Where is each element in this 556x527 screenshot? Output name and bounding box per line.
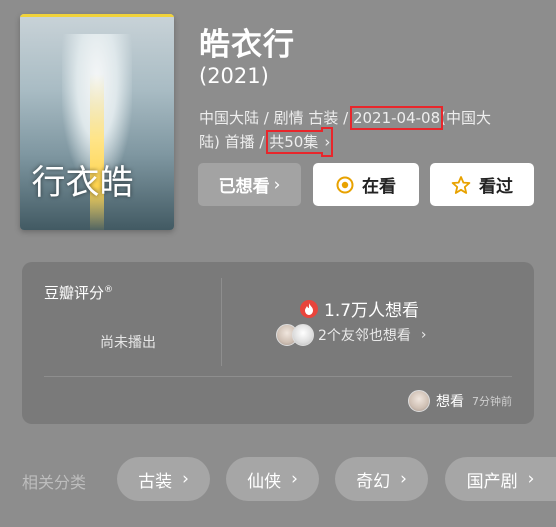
chip-label: 古装 [138,471,173,492]
want-count: 1.7万人想看 [300,296,419,321]
chevron-right-icon: › [291,469,298,489]
watching-button[interactable]: 在看 [313,163,419,206]
chip-label: 奇幻 [356,471,391,492]
star-icon [451,175,471,195]
watching-label: 在看 [362,177,396,197]
friends-want-link[interactable]: 2个友邻也想看 › [276,324,427,346]
watched-label: 看过 [479,177,513,197]
meta-premiere: 陆) 首播 / [199,133,270,151]
recent-activity[interactable]: 想看 7分钟前 [408,390,512,412]
chevron-right-icon: › [527,469,535,489]
no-rating-text: 尚未播出 [100,335,156,351]
activity-time: 7分钟前 [472,395,512,408]
vertical-divider [221,278,222,366]
avatar [292,324,314,346]
movie-title: 皓衣行 [199,27,295,63]
friends-text: 2个友邻也想看 [318,328,411,344]
rating-card: 豆瓣评分® 尚未播出 1.7万人想看 2个友邻也想看 › 想看 7分钟前 [22,262,534,424]
friend-avatars [276,324,314,346]
movie-year: (2021) [199,64,269,88]
release-date: 2021-04-08 [349,106,444,130]
circle-dot-icon [336,176,354,194]
chip-label: 仙侠 [247,471,282,492]
chevron-right-icon: › [324,133,331,151]
wanted-button[interactable]: 已想看 › [198,163,301,206]
chevron-right-icon: › [273,174,281,195]
meta-region: (中国大 [440,109,491,127]
watched-button[interactable]: 看过 [430,163,534,206]
movie-meta: 中国大陆 / 剧情 古装 / 2021-04-08(中国大 陆) 首播 / 共5… [199,106,529,154]
episodes-count: 共50集 [269,133,319,151]
chip-label: 国产剧 [466,471,518,492]
poster-calligraphy: 皓衣行 [25,164,133,198]
wanted-label: 已想看 [218,177,270,197]
avatar [408,390,430,412]
chip-domestic-drama[interactable]: 国产剧 › [445,457,556,501]
episodes-link[interactable]: 共50集 › [266,130,334,154]
activity-action: 想看 [436,394,464,410]
rating-label: 豆瓣评分® [44,284,114,302]
poster-image[interactable]: 皓衣行 [20,14,174,230]
chevron-right-icon: › [420,327,427,343]
horizontal-divider [44,376,512,377]
chevron-right-icon: › [400,469,407,489]
flame-icon [300,299,318,318]
chip-costume[interactable]: 古装 › [117,457,210,501]
chevron-right-icon: › [182,469,189,489]
chip-fantasy[interactable]: 奇幻 › [335,457,428,501]
poster-stripe [20,14,174,17]
chip-xianxia[interactable]: 仙侠 › [226,457,319,501]
meta-prefix: 中国大陆 / 剧情 古装 / [199,109,353,127]
related-label: 相关分类 [22,473,87,492]
want-count-text: 1.7万人想看 [324,301,420,321]
